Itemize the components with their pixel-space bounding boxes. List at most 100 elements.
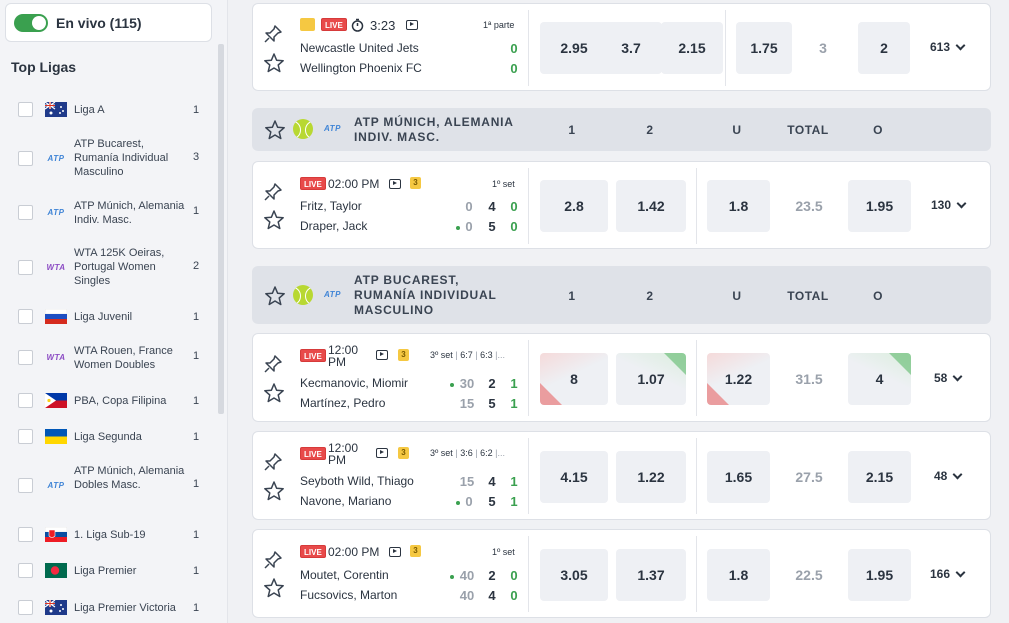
odds-button-1[interactable]: 4.15 [540, 451, 608, 503]
more-markets-button[interactable]: 166 [930, 567, 966, 581]
pin-icon[interactable] [263, 354, 283, 374]
slovakia-flag-icon [45, 527, 67, 542]
odds-button-under[interactable]: 1.8 [707, 180, 770, 232]
league-checkbox[interactable] [18, 309, 33, 324]
league-checkbox[interactable] [18, 102, 33, 117]
odds-button-1[interactable]: 2.95 [540, 22, 608, 74]
match-card-tennis[interactable]: LIVE 12:00 PM 3 3º set | 3:6 | 6:2 |... S… [252, 431, 991, 520]
player-2: Fucsovics, Marton [300, 588, 398, 602]
star-icon[interactable] [263, 480, 285, 502]
sidebar-league-item[interactable]: ATP ATP Múnich, Alemania Indiv. Masc. 1 [0, 199, 215, 227]
league-checkbox[interactable] [18, 350, 33, 365]
league-checkbox[interactable] [18, 151, 33, 166]
star-icon[interactable] [263, 52, 285, 74]
live-toggle-switch[interactable] [14, 13, 48, 32]
live-stream-icon[interactable] [389, 179, 401, 189]
match-card-football[interactable]: LIVE 3:23 1ª parte Newcastle United Jets… [252, 3, 991, 91]
odds-button-2[interactable]: 1.37 [616, 549, 686, 601]
league-count: 1 [193, 528, 200, 541]
atp-logo-icon: ATP [324, 124, 341, 133]
chevron-down-icon [955, 40, 966, 50]
live-stream-icon[interactable] [376, 448, 388, 458]
match-card-tennis[interactable]: LIVE 02:00 PM 3 1º set Fritz, Taylor Dra… [252, 161, 991, 249]
league-checkbox[interactable] [18, 600, 33, 615]
chevron-down-icon [952, 371, 963, 381]
odds-button-under[interactable]: 1.65 [707, 451, 770, 503]
league-title: ATP BUCAREST, RUMANÍA INDIVIDUAL MASCULINO [354, 273, 497, 317]
sidebar-scrollbar[interactable] [218, 44, 224, 414]
star-icon[interactable] [264, 285, 286, 307]
league-checkbox[interactable] [18, 429, 33, 444]
odds-button-1[interactable]: 3.05 [540, 549, 608, 601]
league-header-munich[interactable]: ATP ATP MÚNICH, ALEMANIA INDIV. MASC. 1 2… [252, 108, 991, 151]
league-count: 3 [193, 151, 200, 163]
stats-badge: 3 [410, 177, 421, 189]
sidebar-league-item[interactable]: Liga Juvenil 1 [0, 309, 215, 324]
sidebar-league-item[interactable]: Liga Segunda 1 [0, 429, 215, 444]
sidebar-league-item[interactable]: Liga Premier Victoria 1 [0, 600, 215, 615]
league-checkbox[interactable] [18, 205, 33, 220]
odds-button-1[interactable]: 8 [540, 353, 608, 405]
league-count: 1 [193, 601, 200, 614]
star-icon[interactable] [263, 209, 285, 231]
odds-button-under[interactable]: 1.22 [707, 353, 770, 405]
league-checkbox[interactable] [18, 260, 33, 275]
odds-button-x[interactable]: 3.7 [600, 22, 662, 74]
pin-icon[interactable] [263, 182, 283, 202]
player-2-sets: 1 [510, 494, 518, 509]
odds-button-1[interactable]: 2.8 [540, 180, 608, 232]
match-card-tennis[interactable]: LIVE 12:00 PM 3 3º set | 6:7 | 6:3 |... K… [252, 333, 991, 422]
player-1: Moutet, Corentin [300, 568, 389, 582]
odds-button-under[interactable]: 1.75 [736, 22, 792, 74]
league-name: Liga Premier [74, 564, 137, 577]
sidebar-league-item[interactable]: WTA WTA 125K Oeiras, Portugal Women Sing… [0, 246, 215, 288]
sidebar-league-item[interactable]: PBA, Copa Filipina 1 [0, 393, 215, 408]
odds-button-over[interactable]: 2.15 [848, 451, 911, 503]
sidebar-league-item[interactable]: 1. Liga Sub-19 1 [0, 527, 215, 542]
total-line: 23.5 [795, 198, 823, 214]
league-checkbox[interactable] [18, 478, 33, 493]
serve-indicator [450, 383, 454, 387]
divider [696, 340, 697, 416]
odds-button-over[interactable]: 1.95 [848, 180, 911, 232]
pin-icon[interactable] [263, 550, 283, 570]
odds-button-under[interactable]: 1.8 [707, 549, 770, 601]
pin-icon[interactable] [263, 452, 283, 472]
odds-button-2[interactable]: 2.15 [661, 22, 723, 74]
star-icon[interactable] [263, 382, 285, 404]
sidebar-league-item[interactable]: ATP ATP Múnich, Alemania Dobles Masc. 1 [0, 464, 215, 506]
live-stream-icon[interactable] [389, 547, 401, 557]
odds-button-2[interactable]: 1.22 [616, 451, 686, 503]
star-icon[interactable] [263, 577, 285, 599]
league-count: 1 [193, 103, 200, 116]
odds-button-2[interactable]: 1.07 [616, 353, 686, 405]
odds-button-over[interactable]: 4 [848, 353, 911, 405]
live-badge: LIVE [300, 177, 326, 190]
live-stream-icon[interactable] [376, 350, 388, 360]
more-markets-button[interactable]: 130 [931, 198, 967, 212]
league-checkbox[interactable] [18, 393, 33, 408]
philippines-flag-icon [45, 393, 67, 408]
odds-button-2[interactable]: 1.42 [616, 180, 686, 232]
odds-button-over[interactable]: 1.95 [848, 549, 911, 601]
odds-button-over[interactable]: 2 [858, 22, 910, 74]
league-name: ATP Bucarest, Rumanía Individual Masculi… [74, 138, 169, 178]
more-markets-button[interactable]: 48 [934, 469, 963, 483]
total-line: 3 [819, 40, 827, 56]
live-stream-icon[interactable] [406, 20, 418, 30]
more-markets-button[interactable]: 613 [930, 40, 966, 54]
sidebar-league-item[interactable]: WTA WTA Rouen, France Women Doubles 1 [0, 344, 215, 372]
more-markets-button[interactable]: 58 [934, 371, 963, 385]
pin-icon[interactable] [263, 24, 283, 44]
star-icon[interactable] [264, 119, 286, 141]
sidebar-league-item[interactable]: ATP ATP Bucarest, Rumanía Individual Mas… [0, 137, 215, 179]
wta-logo-icon: WTA [46, 353, 66, 362]
live-toggle-box[interactable]: En vivo (115) [5, 3, 212, 42]
sidebar-league-item[interactable]: Liga A 1 [0, 102, 215, 117]
league-checkbox[interactable] [18, 527, 33, 542]
match-card-tennis[interactable]: LIVE 02:00 PM 3 1º set Moutet, Corentin … [252, 529, 991, 618]
sidebar-league-item[interactable]: Liga Premier 1 [0, 563, 215, 578]
league-checkbox[interactable] [18, 563, 33, 578]
australia-flag-icon [45, 600, 67, 615]
league-header-bucarest[interactable]: ATP ATP BUCAREST, RUMANÍA INDIVIDUAL MASCU… [252, 266, 991, 324]
